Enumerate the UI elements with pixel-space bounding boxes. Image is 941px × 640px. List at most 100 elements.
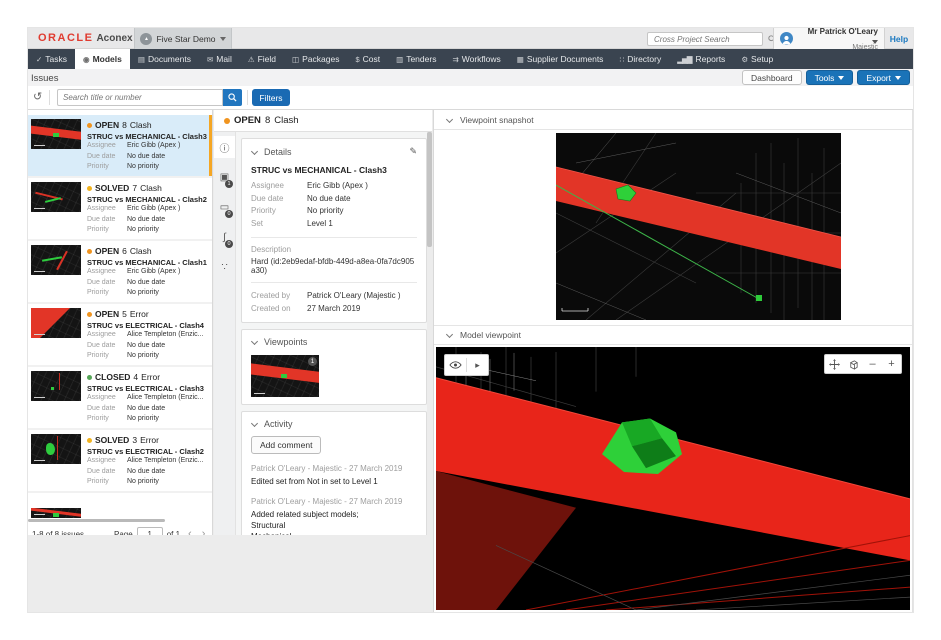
nav-item-supplier-documents[interactable]: ▦Supplier Documents <box>509 49 612 69</box>
field-label: Due date <box>87 341 127 352</box>
attachments-count-badge: 0 <box>225 240 233 248</box>
nav-item-tenders[interactable]: ▥Tenders <box>388 49 444 69</box>
issue-number: 3 <box>132 435 137 445</box>
comments-tab[interactable]: ▭0 <box>214 196 235 218</box>
activity-meta: Patrick O'Leary - Majestic - 27 March 20… <box>251 497 417 506</box>
expand-toolbar-button[interactable]: ▸ <box>467 355 488 375</box>
page-input[interactable] <box>137 527 163 535</box>
horizontal-scrollbar[interactable] <box>28 519 165 522</box>
nav-item-tasks[interactable]: ✓Tasks <box>28 49 75 69</box>
issue-due-date: No due date <box>127 215 209 226</box>
directory-icon: ∷ <box>619 55 623 64</box>
issue-priority: No priority <box>127 162 209 172</box>
viewer-right-toolbar: – + <box>824 354 902 374</box>
orbit-button[interactable] <box>844 355 863 373</box>
main-content: OPEN8Clash STRUC vs MECHANICAL - Clash3 … <box>28 110 913 612</box>
chevron-down-icon[interactable] <box>446 117 453 123</box>
nav-item-workflows[interactable]: ⇉Workflows <box>444 49 508 69</box>
user-menu[interactable]: Mr Patrick O'Leary Majestic <box>773 28 885 49</box>
info-tab[interactable]: ⓘ <box>214 136 235 158</box>
refresh-icon[interactable]: ↺ <box>33 90 42 103</box>
field-label: Priority <box>87 225 127 235</box>
help-link[interactable]: Help <box>885 28 913 49</box>
documents-icon: ▤ <box>138 55 144 64</box>
issue-card-body: OPEN8Clash STRUC vs MECHANICAL - Clash3 … <box>81 119 209 172</box>
nav-item-directory[interactable]: ∷Directory <box>611 49 669 69</box>
status-dot <box>224 118 230 124</box>
nav-item-packages[interactable]: ◫Packages <box>284 49 347 69</box>
comments-count-badge: 0 <box>225 210 233 218</box>
chevron-down-icon[interactable] <box>251 421 258 427</box>
divider <box>251 237 417 238</box>
chevron-down-icon[interactable] <box>446 332 453 338</box>
activity-section-title: Activity <box>264 419 293 429</box>
viewpoint-snapshot-title: Viewpoint snapshot <box>460 115 534 125</box>
next-page-icon[interactable]: › <box>202 528 206 535</box>
export-button[interactable]: Export <box>857 70 910 85</box>
main-navigation: ✓Tasks ◉Models ▤Documents ✉Mail ⚠Field ◫… <box>28 49 913 69</box>
filters-button[interactable]: Filters <box>252 89 290 106</box>
nav-item-models[interactable]: ◉Models <box>75 49 130 69</box>
pan-button[interactable] <box>825 355 844 373</box>
activity-meta: Patrick O'Leary - Majestic - 27 March 20… <box>251 464 417 473</box>
field-label: Due date <box>87 278 127 289</box>
nav-item-reports[interactable]: ▂▅▇Reports <box>669 49 733 69</box>
issue-search-button[interactable] <box>223 89 242 106</box>
issue-status: SOLVED <box>95 435 129 445</box>
issue-title: STRUC vs MECHANICAL - Clash3 <box>87 132 209 141</box>
field-label: Due date <box>87 404 127 415</box>
viewpoints-section: Viewpoints 1 <box>241 329 427 405</box>
issue-card-6[interactable]: OPEN6Clash STRUC vs MECHANICAL - Clash1 … <box>28 241 212 304</box>
zoom-in-button[interactable]: + <box>882 355 901 373</box>
nav-item-cost[interactable]: $Cost <box>347 49 388 69</box>
cross-project-search <box>647 32 763 46</box>
attachments-tab[interactable]: ∫0 <box>214 226 235 248</box>
related-models-icon: ∵ <box>221 262 227 273</box>
chevron-down-icon[interactable] <box>251 149 258 155</box>
visibility-button[interactable] <box>445 355 466 375</box>
issue-due-date: No due date <box>127 467 209 478</box>
page-title: Issues <box>31 73 58 84</box>
viewpoint-snapshot-section <box>434 130 912 325</box>
issue-thumbnail <box>31 371 81 401</box>
page-actions: Dashboard Tools Export <box>742 70 910 85</box>
issue-type: Error <box>141 372 160 382</box>
issue-card-8[interactable]: OPEN8Clash STRUC vs MECHANICAL - Clash3 … <box>28 115 212 178</box>
project-selector[interactable]: ▲ Five Star Demo <box>134 28 232 49</box>
issue-card-4[interactable]: CLOSED4Error STRUC vs ELECTRICAL - Clash… <box>28 367 212 430</box>
issue-card-3[interactable]: SOLVED3Error STRUC vs ELECTRICAL - Clash… <box>28 430 212 493</box>
issue-assignee: Eric Gibb (Apex ) <box>127 141 209 152</box>
issue-title: STRUC vs ELECTRICAL - Clash2 <box>87 447 209 456</box>
issue-assignee: Eric Gibb (Apex ) <box>127 267 209 278</box>
viewpoints-tab[interactable]: ▣1 <box>214 166 235 188</box>
nav-item-documents[interactable]: ▤Documents <box>130 49 199 69</box>
nav-item-field[interactable]: ⚠Field <box>240 49 284 69</box>
chevron-down-icon <box>895 76 901 80</box>
field-label: Due date <box>251 193 307 206</box>
page-header-row: Issues Dashboard Tools Export <box>28 69 913 86</box>
related-models-tab[interactable]: ∵ <box>214 256 235 278</box>
issue-search-input[interactable] <box>58 93 222 102</box>
user-avatar-icon <box>780 32 793 45</box>
dashboard-button[interactable]: Dashboard <box>742 70 802 85</box>
add-comment-button[interactable]: Add comment <box>251 436 321 454</box>
project-name: Five Star Demo <box>156 34 215 44</box>
issue-card-5[interactable]: OPEN5Error STRUC vs ELECTRICAL - Clash4 … <box>28 304 212 367</box>
nav-item-setup[interactable]: ⚙Setup <box>733 49 781 69</box>
issue-type: Clash <box>140 183 162 193</box>
edit-pencil-icon[interactable]: ✎ <box>409 146 417 157</box>
vertical-scrollbar[interactable] <box>427 132 432 535</box>
viewpoint-snapshot-image[interactable] <box>556 133 841 320</box>
issue-priority: No priority <box>127 351 209 361</box>
cross-project-search-input[interactable] <box>648 35 768 44</box>
top-bar: ORACLEAconex ▲ Five Star Demo Mr Patrick… <box>28 28 913 49</box>
chevron-down-icon[interactable] <box>251 339 258 345</box>
user-names: Mr Patrick O'Leary Majestic <box>798 28 878 52</box>
nav-item-mail[interactable]: ✉Mail <box>199 49 240 69</box>
issue-card-7[interactable]: SOLVED7Clash STRUC vs MECHANICAL - Clash… <box>28 178 212 241</box>
tools-button[interactable]: Tools <box>806 70 854 85</box>
previous-page-icon[interactable]: ‹ <box>188 528 192 535</box>
viewpoint-thumbnail[interactable]: 1 <box>251 355 319 397</box>
model-3d-viewer[interactable]: ▸ – + <box>436 347 910 610</box>
zoom-out-button[interactable]: – <box>863 355 882 373</box>
